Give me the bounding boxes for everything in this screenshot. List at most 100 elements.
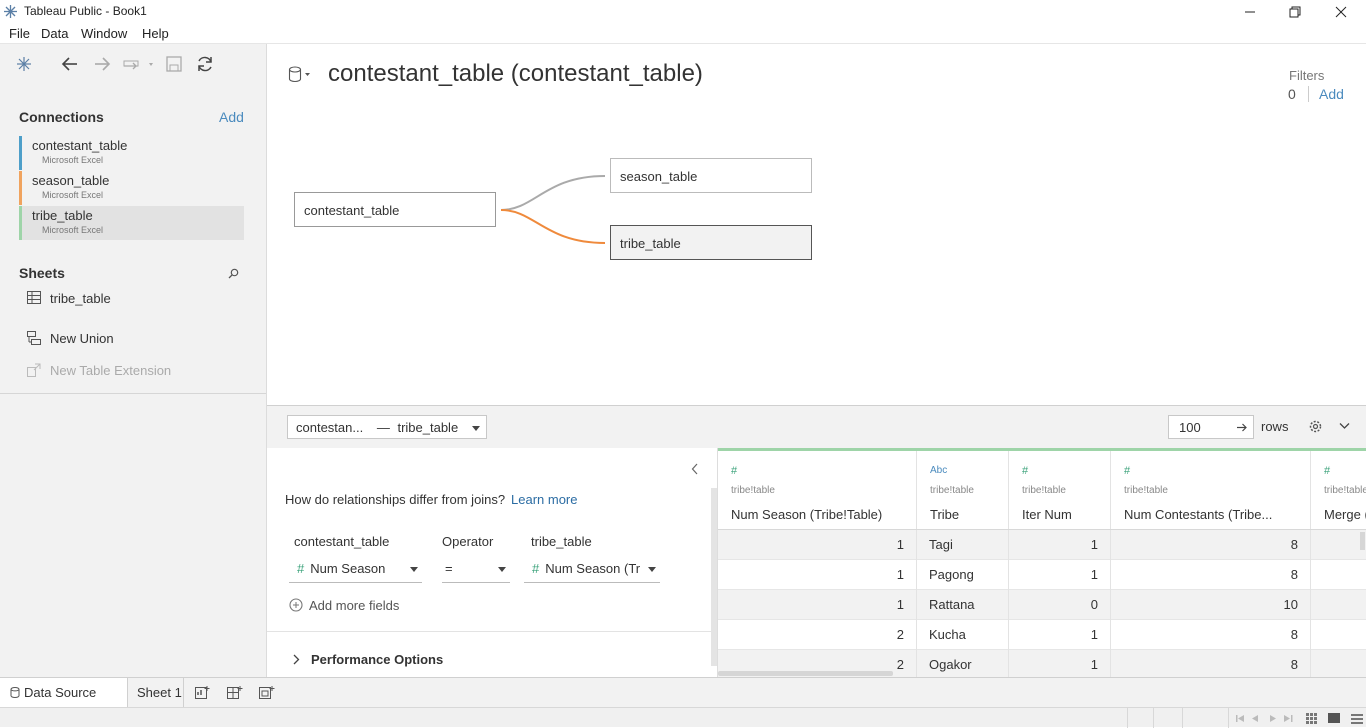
connection-name: tribe_table bbox=[32, 208, 93, 223]
rows-input[interactable]: 100 bbox=[1168, 415, 1254, 439]
filters-label: Filters bbox=[1289, 68, 1325, 83]
column-header[interactable]: # tribe!table Iter Num bbox=[1009, 451, 1111, 529]
column-header[interactable]: Abc tribe!table Tribe bbox=[917, 451, 1009, 529]
view-toggle-icons[interactable] bbox=[1306, 712, 1366, 724]
cell-iter-num: 1 bbox=[1009, 620, 1111, 650]
relationship-help-text: How do relationships differ from joins? bbox=[285, 492, 506, 507]
noodle-season[interactable] bbox=[500, 175, 606, 211]
datasource-title[interactable]: contestant_table (contestant_table) bbox=[328, 60, 703, 88]
tableau-home-icon[interactable] bbox=[14, 54, 34, 74]
connection-type: Microsoft Excel bbox=[42, 225, 104, 235]
relationship-separator: — bbox=[376, 420, 390, 435]
column-header[interactable]: # tribe!table Num Season (Tribe!Table) bbox=[718, 451, 917, 529]
table-node-label: season_table bbox=[620, 169, 698, 184]
vertical-scrollbar[interactable] bbox=[1360, 532, 1365, 550]
connection-season-table[interactable]: season_table Microsoft Excel bbox=[19, 171, 244, 205]
noodle-tribe[interactable] bbox=[500, 209, 606, 244]
search-icon[interactable] bbox=[228, 268, 239, 279]
title-bar: Tableau Public - Book1 bbox=[0, 0, 1366, 24]
chevron-down-icon[interactable] bbox=[1339, 422, 1350, 430]
datasource-icon[interactable] bbox=[288, 66, 312, 84]
connection-tribe-table[interactable]: tribe_table Microsoft Excel bbox=[19, 206, 244, 240]
add-connection-link[interactable]: Add bbox=[219, 109, 244, 125]
number-type-icon[interactable]: # bbox=[731, 465, 737, 477]
collapse-panel-icon[interactable] bbox=[691, 463, 699, 475]
column-name: Num Season (Tribe!Table) bbox=[731, 507, 883, 522]
undo-icon[interactable] bbox=[60, 54, 80, 74]
table-node-tribe[interactable]: tribe_table bbox=[610, 225, 812, 260]
tab-sheet1-label: Sheet 1 bbox=[137, 685, 182, 700]
column-source: tribe!table bbox=[1324, 485, 1366, 496]
cell-iter-num: 1 bbox=[1009, 650, 1111, 677]
redo-icon[interactable] bbox=[92, 54, 112, 74]
minimize-button[interactable] bbox=[1227, 0, 1273, 24]
close-icon bbox=[1335, 6, 1347, 18]
new-story-icon[interactable] bbox=[259, 685, 275, 700]
column-name: Iter Num bbox=[1022, 507, 1072, 522]
number-type-icon[interactable]: # bbox=[1124, 465, 1130, 477]
horizontal-scrollbar[interactable] bbox=[718, 671, 893, 676]
table-node-contestant[interactable]: contestant_table bbox=[294, 192, 496, 227]
number-type-icon[interactable]: # bbox=[1324, 465, 1330, 477]
right-field-label: Num Season (Tr bbox=[545, 561, 641, 576]
restore-icon bbox=[1289, 6, 1301, 18]
connection-color-bar bbox=[19, 206, 22, 240]
number-type-icon[interactable]: # bbox=[1022, 465, 1028, 477]
column-header[interactable]: # tribe!table Merge ( bbox=[1311, 451, 1366, 529]
table-node-season[interactable]: season_table bbox=[610, 158, 812, 193]
tab-sheet1[interactable]: Sheet 1 bbox=[128, 678, 184, 707]
window-title: Tableau Public - Book1 bbox=[24, 4, 147, 18]
status-divider bbox=[1228, 708, 1229, 728]
sheet-navigation-icons[interactable] bbox=[1236, 714, 1296, 723]
column-name: Merge ( bbox=[1324, 507, 1366, 522]
performance-options[interactable]: Performance Options bbox=[267, 631, 717, 677]
gear-icon[interactable] bbox=[1309, 420, 1322, 433]
connection-contestant-table[interactable]: contestant_table Microsoft Excel bbox=[19, 136, 244, 170]
tab-data-source[interactable]: Data Source bbox=[0, 678, 128, 707]
replay-icon[interactable] bbox=[122, 54, 156, 74]
column-name: Tribe bbox=[930, 507, 960, 522]
connection-color-bar bbox=[19, 136, 22, 170]
menu-bar: File Data Window Help bbox=[0, 24, 1366, 44]
close-button[interactable] bbox=[1318, 0, 1364, 24]
column-source: tribe!table bbox=[1022, 485, 1066, 496]
column-header[interactable]: # tribe!table Num Contestants (Tribe... bbox=[1111, 451, 1311, 529]
cell-tribe: Pagong bbox=[917, 560, 1009, 590]
relationship-select[interactable]: contestan... — tribe_table bbox=[287, 415, 487, 439]
column-source: tribe!table bbox=[930, 485, 974, 496]
string-type-icon[interactable]: Abc bbox=[930, 465, 947, 476]
menu-window[interactable]: Window bbox=[81, 26, 127, 41]
menu-data[interactable]: Data bbox=[41, 26, 68, 41]
arrow-right-icon[interactable] bbox=[1237, 423, 1247, 432]
chevron-down-icon bbox=[472, 426, 480, 431]
filters-add-link[interactable]: Add bbox=[1319, 86, 1344, 102]
right-field-select[interactable]: # Num Season (Tr bbox=[524, 561, 660, 583]
right-table-header: tribe_table bbox=[531, 534, 592, 549]
cell-num-contestants: 8 bbox=[1111, 620, 1311, 650]
new-table-extension-label: New Table Extension bbox=[50, 363, 172, 378]
cell-iter-num: 1 bbox=[1009, 560, 1111, 590]
menu-help[interactable]: Help bbox=[142, 26, 169, 41]
chevron-down-icon bbox=[498, 567, 506, 572]
relationship-left-label: contestan... bbox=[296, 420, 364, 435]
restore-button[interactable] bbox=[1272, 0, 1318, 24]
table-icon bbox=[27, 291, 41, 304]
left-table-header: contestant_table bbox=[294, 534, 390, 549]
number-type-icon: # bbox=[532, 561, 540, 576]
cell-num-contestants: 8 bbox=[1111, 560, 1311, 590]
connection-type: Microsoft Excel bbox=[42, 155, 104, 165]
new-worksheet-icon[interactable] bbox=[195, 685, 211, 700]
save-icon[interactable] bbox=[164, 54, 184, 74]
left-field-select[interactable]: # Num Season bbox=[289, 561, 422, 583]
status-bar bbox=[0, 707, 1366, 728]
menu-file[interactable]: File bbox=[9, 26, 30, 41]
operator-select[interactable]: = bbox=[442, 561, 510, 583]
refresh-icon[interactable] bbox=[195, 54, 215, 74]
chevron-right-icon bbox=[293, 654, 300, 665]
status-divider bbox=[1153, 708, 1154, 728]
new-dashboard-icon[interactable] bbox=[227, 685, 243, 700]
relationship-panel: How do relationships differ from joins? … bbox=[267, 448, 717, 677]
data-grid: # tribe!table Num Season (Tribe!Table) A… bbox=[717, 448, 1366, 677]
left-panel: Connections Add contestant_table Microso… bbox=[0, 44, 267, 677]
learn-more-link[interactable]: Learn more bbox=[511, 492, 577, 507]
